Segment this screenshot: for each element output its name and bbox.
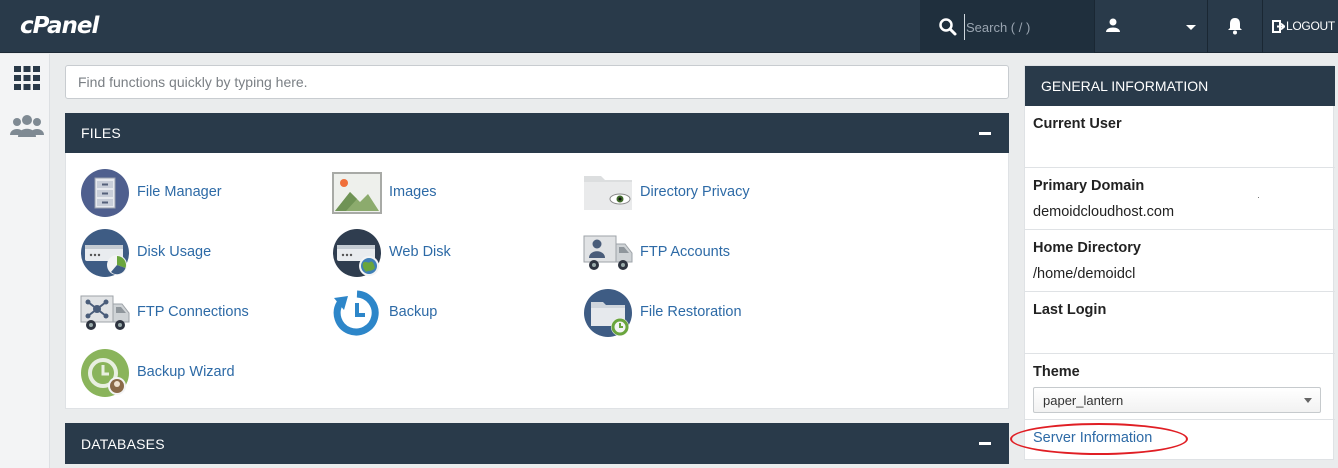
web-disk-icon (333, 229, 381, 277)
primary-domain-value: demoidcloudhost.com (1033, 204, 1175, 220)
backup-icon (333, 290, 379, 336)
file-manager-label: File Manager (137, 184, 222, 200)
search-icon (939, 18, 957, 36)
general-information-title: GENERAL INFORMATION (1041, 78, 1209, 94)
primary-domain-row: Primary Domain demoidcloudhost.com (1025, 168, 1335, 230)
disk-usage-label: Disk Usage (137, 244, 212, 260)
collapse-icon[interactable] (979, 442, 991, 445)
collapse-icon[interactable] (979, 132, 991, 135)
backup-label: Backup (389, 304, 438, 320)
folder-eye-icon (584, 176, 632, 210)
files-panel-body: File Manager Images Directory Privacy Di… (65, 153, 1009, 409)
logout-button[interactable]: LOGOUT (1264, 0, 1338, 53)
chevron-down-icon (1304, 398, 1312, 403)
databases-panel-title: DATABASES (81, 436, 165, 452)
chevron-down-icon (1186, 25, 1196, 30)
databases-panel-header[interactable]: DATABASES (65, 423, 1009, 464)
current-user-row: Current User (1025, 106, 1335, 168)
last-login-label: Last Login (1033, 302, 1107, 318)
backup-wizard-label: Backup Wizard (137, 364, 235, 380)
theme-label: Theme (1033, 364, 1080, 380)
home-directory-value: /home/demoidcl (1033, 266, 1136, 282)
stray-dot (1258, 197, 1259, 198)
file-restoration-label: File Restoration (640, 304, 742, 320)
theme-select[interactable]: paper_lantern (1033, 387, 1321, 413)
left-rail (0, 54, 50, 468)
top-bar: cPanel LOGOUT (0, 0, 1338, 53)
quick-search-input[interactable] (65, 65, 1009, 99)
images-label: Images (389, 184, 437, 200)
theme-row: Theme paper_lantern (1025, 354, 1335, 420)
apps-grid-icon[interactable] (14, 66, 40, 90)
primary-domain-label: Primary Domain (1033, 178, 1145, 194)
header-search-input[interactable] (964, 14, 1089, 40)
ftp-connections-label: FTP Connections (137, 304, 249, 320)
theme-select-value: paper_lantern (1043, 393, 1124, 408)
last-login-row: Last Login (1025, 292, 1335, 354)
directory-privacy-label: Directory Privacy (640, 184, 750, 200)
header-search[interactable] (920, 0, 1095, 53)
files-panel-header[interactable]: FILES (65, 113, 1009, 153)
web-disk-label: Web Disk (389, 244, 451, 260)
current-user-label: Current User (1033, 116, 1122, 132)
user-icon (1106, 18, 1120, 32)
backup-wizard-icon (81, 349, 129, 397)
file-restoration-icon (584, 289, 632, 337)
notifications-button[interactable] (1209, 0, 1263, 53)
image-icon (332, 172, 382, 214)
highlight-ellipse (1010, 423, 1188, 455)
disk-usage-icon (81, 229, 129, 277)
general-information-header: GENERAL INFORMATION (1025, 66, 1335, 106)
bell-icon (1228, 18, 1242, 35)
home-directory-label: Home Directory (1033, 240, 1141, 256)
cpanel-logo[interactable]: cPanel (20, 13, 99, 39)
users-icon[interactable] (9, 115, 45, 137)
logout-label: LOGOUT (1286, 19, 1335, 33)
files-panel-title: FILES (81, 125, 121, 141)
ftp-connections-icon (80, 295, 130, 330)
ftp-accounts-label: FTP Accounts (640, 244, 730, 260)
general-information-panel: GENERAL INFORMATION Current User Primary… (1024, 65, 1335, 460)
file-cabinet-icon (81, 169, 129, 217)
ftp-accounts-icon (583, 235, 633, 270)
logout-icon (1272, 20, 1285, 33)
user-menu[interactable] (1096, 0, 1208, 53)
home-directory-row: Home Directory /home/demoidcl (1025, 230, 1335, 292)
